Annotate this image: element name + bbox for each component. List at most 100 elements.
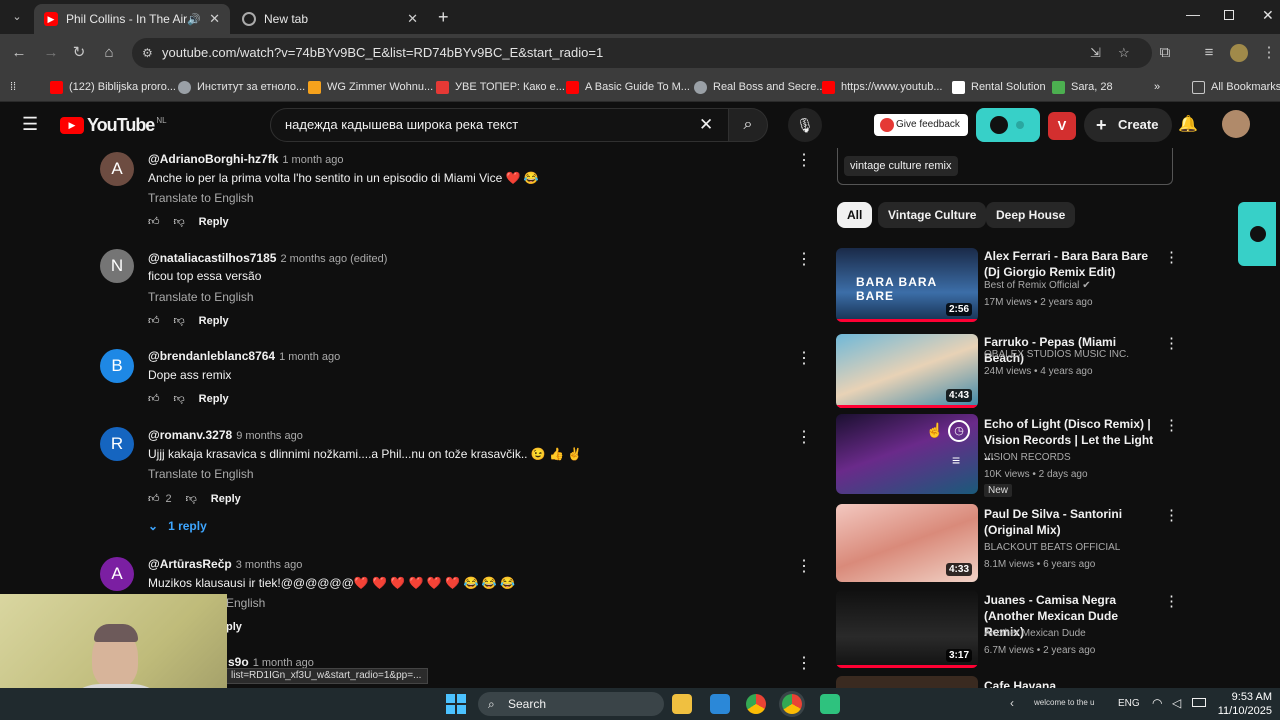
chrome-menu-icon[interactable]: ⋮	[1258, 42, 1280, 64]
youtube-logo[interactable]: ▶ YouTube NL	[60, 115, 167, 136]
notifications-bell-icon[interactable]: 🔔	[1178, 114, 1198, 134]
bookmark-item[interactable]: WG Zimmer Wohnu...	[308, 78, 433, 96]
hamburger-menu-icon[interactable]: ☰	[22, 114, 38, 135]
comment-menu-icon[interactable]: ⋮	[796, 249, 812, 269]
reply-button[interactable]: Reply	[199, 216, 229, 228]
translate-link[interactable]: Translate to English	[148, 191, 254, 205]
avatar[interactable]: B	[100, 349, 134, 383]
dislike-icon[interactable]: 👎︎	[186, 492, 197, 505]
bookmark-item[interactable]: Sara, 28	[1052, 78, 1113, 96]
voice-search-button[interactable]: 🎙	[788, 108, 822, 142]
comment-author[interactable]: s9o 1 month ago	[228, 655, 314, 669]
video-menu-icon[interactable]: ⋮	[1164, 248, 1179, 266]
restore-icon[interactable]	[1224, 10, 1234, 20]
home-icon[interactable]: ⌂	[98, 42, 120, 64]
dislike-icon[interactable]: 👎︎	[174, 314, 185, 327]
add-to-queue-icon[interactable]: ≡	[952, 452, 960, 468]
video-menu-icon[interactable]: ⋮	[1164, 592, 1179, 610]
recommended-video[interactable]: Cafe Havana ...	[836, 676, 1176, 688]
address-bar[interactable]: ⚙ youtube.com/watch?v=74bBYv9BC_E&list=R…	[132, 38, 1152, 68]
video-menu-icon[interactable]: ⋮	[1164, 334, 1179, 352]
new-tab-icon[interactable]: +	[438, 7, 449, 28]
like-icon[interactable]: 👍︎	[148, 492, 160, 505]
create-button[interactable]: + Create	[1084, 108, 1173, 142]
comment-menu-icon[interactable]: ⋮	[796, 348, 812, 368]
comment-menu-icon[interactable]: ⋮	[796, 150, 812, 170]
side-extension-tab[interactable]	[1238, 202, 1276, 266]
clock[interactable]: 9:53 AM 11/10/2025	[1212, 690, 1272, 718]
media-icon[interactable]: ≡	[1198, 42, 1220, 64]
bookmark-item[interactable]: Real Boss and Secre...	[694, 78, 826, 96]
video-thumbnail[interactable]: 4:33	[836, 504, 978, 582]
view-replies-button[interactable]: ⌄ 1 reply	[148, 519, 207, 533]
file-explorer-icon[interactable]	[672, 694, 692, 714]
tab-youtube[interactable]: ▶ Phil Collins - In The Air Toni 🔊 ✕	[34, 4, 230, 34]
chip-vintage-culture[interactable]: Vintage Culture	[878, 202, 987, 228]
comment-menu-icon[interactable]: ⋮	[796, 653, 812, 673]
avatar[interactable]: A	[100, 557, 134, 591]
video-thumbnail[interactable]: ◷ ≡	[836, 414, 978, 494]
bookmark-star-icon[interactable]: ☆	[1118, 38, 1130, 68]
store-icon[interactable]	[710, 694, 730, 714]
bookmark-item[interactable]: A Basic Guide To M...	[566, 78, 690, 96]
tray-notification[interactable]: welcome to the u	[1034, 698, 1094, 707]
recommended-video[interactable]: ◷ ≡ ☝ Echo of Light (Disco Remix) | Visi…	[836, 414, 1179, 497]
site-info-icon[interactable]: ⚙	[142, 38, 153, 68]
search-button[interactable]: ⌕	[728, 108, 768, 142]
minimize-icon[interactable]: —	[1186, 6, 1200, 22]
video-title[interactable]: Alex Ferrari - Bara Bara Bare (Dj Giorgi…	[984, 248, 1154, 280]
speaker-icon[interactable]: 🔊	[187, 13, 201, 26]
bookmark-item[interactable]: (122) Biblijska proro...	[50, 78, 176, 96]
close-tab-icon[interactable]: ✕	[209, 11, 220, 27]
vivaldi-extension-icon[interactable]: V	[1048, 112, 1076, 140]
taskbar-search[interactable]: ⌕ Search	[478, 692, 664, 716]
apps-icon[interactable]: ⁞⁞	[10, 78, 16, 96]
translate-link[interactable]: Translate to English	[148, 290, 254, 304]
avatar[interactable]: R	[100, 427, 134, 461]
app-green-icon[interactable]	[820, 694, 840, 714]
video-menu-icon[interactable]: ⋮	[1164, 506, 1179, 524]
volume-icon[interactable]: ◁	[1172, 696, 1181, 710]
language-indicator[interactable]: ENG	[1118, 698, 1140, 709]
install-icon[interactable]: ⇲	[1090, 38, 1101, 68]
clear-search-icon[interactable]: ✕	[699, 109, 713, 141]
avatar[interactable]: N	[100, 249, 134, 283]
weather-widget-icon[interactable]: ‹	[1010, 696, 1026, 712]
close-window-icon[interactable]: ✕	[1262, 7, 1274, 24]
wifi-icon[interactable]: ◠	[1152, 696, 1162, 710]
recommended-video[interactable]: BARA BARA BARE 2:56 Alex Ferrari - Bara …	[836, 248, 1179, 328]
comment-author[interactable]: @nataliacastilhos7185 2 months ago (edite…	[148, 251, 387, 265]
video-thumbnail[interactable]	[836, 676, 978, 688]
chrome-active-icon[interactable]	[782, 694, 802, 714]
reply-button[interactable]: Reply	[199, 315, 229, 327]
video-menu-icon[interactable]: ⋮	[1164, 416, 1179, 434]
video-thumbnail[interactable]: 4:43	[836, 334, 978, 408]
reply-button[interactable]: Reply	[211, 493, 241, 505]
reply-button[interactable]: Reply	[199, 393, 229, 405]
recommended-video[interactable]: 4:33 Paul De Silva - Santorini (Original…	[836, 504, 1179, 584]
more-bookmarks-icon[interactable]: »	[1154, 78, 1160, 96]
like-icon[interactable]: 👍︎	[148, 215, 160, 228]
translate-link[interactable]: Translate to English	[148, 467, 254, 481]
profile-avatar[interactable]	[1230, 44, 1248, 62]
video-thumbnail[interactable]: BARA BARA BARE 2:56	[836, 248, 978, 322]
back-icon[interactable]: ←	[8, 42, 30, 64]
forward-icon[interactable]: →	[40, 42, 62, 64]
extensions-icon[interactable]: ⧉	[1154, 42, 1176, 64]
chip-all[interactable]: All	[837, 202, 873, 228]
dislike-icon[interactable]: 👎︎	[174, 392, 185, 405]
video-channel[interactable]: OBALEX STUDIOS MUSIC INC.	[984, 349, 1129, 360]
start-button[interactable]	[446, 694, 466, 714]
bookmark-item[interactable]: Rental Solution	[952, 78, 1046, 96]
recommended-video[interactable]: 3:17 Juanes - Camisa Negra (Another Mexi…	[836, 590, 1179, 670]
comment-author[interactable]: @romanv.3278 9 months ago	[148, 428, 303, 442]
tab-new[interactable]: New tab ✕	[232, 4, 428, 34]
watch-later-icon[interactable]: ◷	[948, 420, 970, 442]
like-icon[interactable]: 👍︎	[148, 314, 160, 327]
comment-menu-icon[interactable]: ⋮	[796, 427, 812, 447]
tab-search-icon[interactable]: ⌄	[8, 8, 26, 26]
chrome-icon[interactable]	[746, 694, 766, 714]
comment-author[interactable]: @brendanleblanc8764 1 month ago	[148, 349, 340, 363]
video-channel[interactable]: BLACKOUT BEATS OFFICIAL	[984, 542, 1120, 553]
video-channel[interactable]: VISION RECORDS	[984, 452, 1071, 463]
